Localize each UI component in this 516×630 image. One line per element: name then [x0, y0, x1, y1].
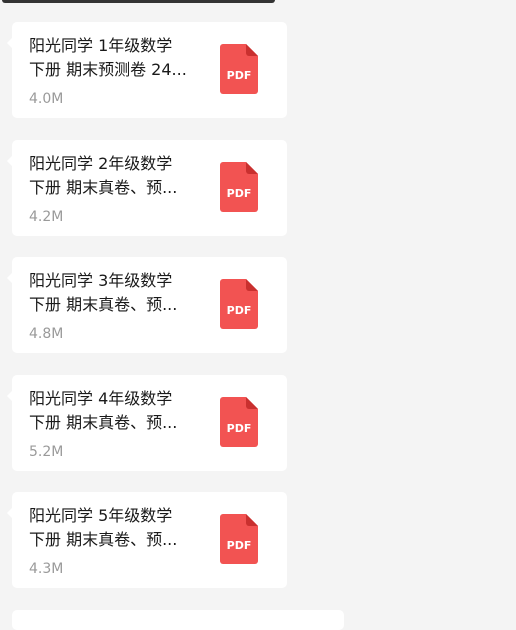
- file-message-card[interactable]: 阳光同学 5年级数学 下册 期末真卷、预... 4.3M PDF: [7, 492, 287, 588]
- pdf-icon-label: PDF: [227, 422, 252, 435]
- file-message-card[interactable]: 阳光同学 2年级数学 下册 期末真卷、预... 4.2M PDF: [7, 140, 287, 236]
- pdf-icon-label: PDF: [227, 304, 252, 317]
- file-message-card[interactable]: 阳光同学 4年级数学 下册 期末真卷、预... 5.2M PDF: [7, 375, 287, 471]
- pdf-icon-label: PDF: [227, 69, 252, 82]
- file-message-card[interactable]: 阳光同学 1年级数学 下册 期末预测卷 24... 4.0M PDF: [7, 22, 287, 118]
- pdf-file-icon: PDF: [220, 279, 258, 329]
- file-size: 4.3M: [29, 561, 64, 577]
- file-name: 阳光同学 1年级数学 下册 期末预测卷 24...: [29, 36, 187, 79]
- next-message-card-partial[interactable]: [12, 610, 344, 630]
- pdf-file-icon: PDF: [220, 397, 258, 447]
- pdf-file-icon: PDF: [220, 514, 258, 564]
- pdf-file-icon: PDF: [220, 44, 258, 94]
- file-size: 4.8M: [29, 326, 64, 342]
- file-size: 4.0M: [29, 91, 64, 107]
- file-name: 阳光同学 3年级数学 下册 期末真卷、预...: [29, 271, 178, 314]
- file-name: 阳光同学 5年级数学 下册 期末真卷、预...: [29, 506, 178, 549]
- file-name: 阳光同学 2年级数学 下册 期末真卷、预...: [29, 154, 178, 197]
- pdf-file-icon: PDF: [220, 162, 258, 212]
- pdf-icon-label: PDF: [227, 539, 252, 552]
- file-size: 4.2M: [29, 209, 64, 225]
- pdf-icon-label: PDF: [227, 187, 252, 200]
- chat-message-list[interactable]: 阳光同学 1年级数学 下册 期末预测卷 24... 4.0M PDF 阳光同学 …: [0, 0, 516, 630]
- file-message-card[interactable]: 阳光同学 3年级数学 下册 期末真卷、预... 4.8M PDF: [7, 257, 287, 353]
- file-size: 5.2M: [29, 444, 64, 460]
- file-name: 阳光同学 4年级数学 下册 期末真卷、预...: [29, 389, 178, 432]
